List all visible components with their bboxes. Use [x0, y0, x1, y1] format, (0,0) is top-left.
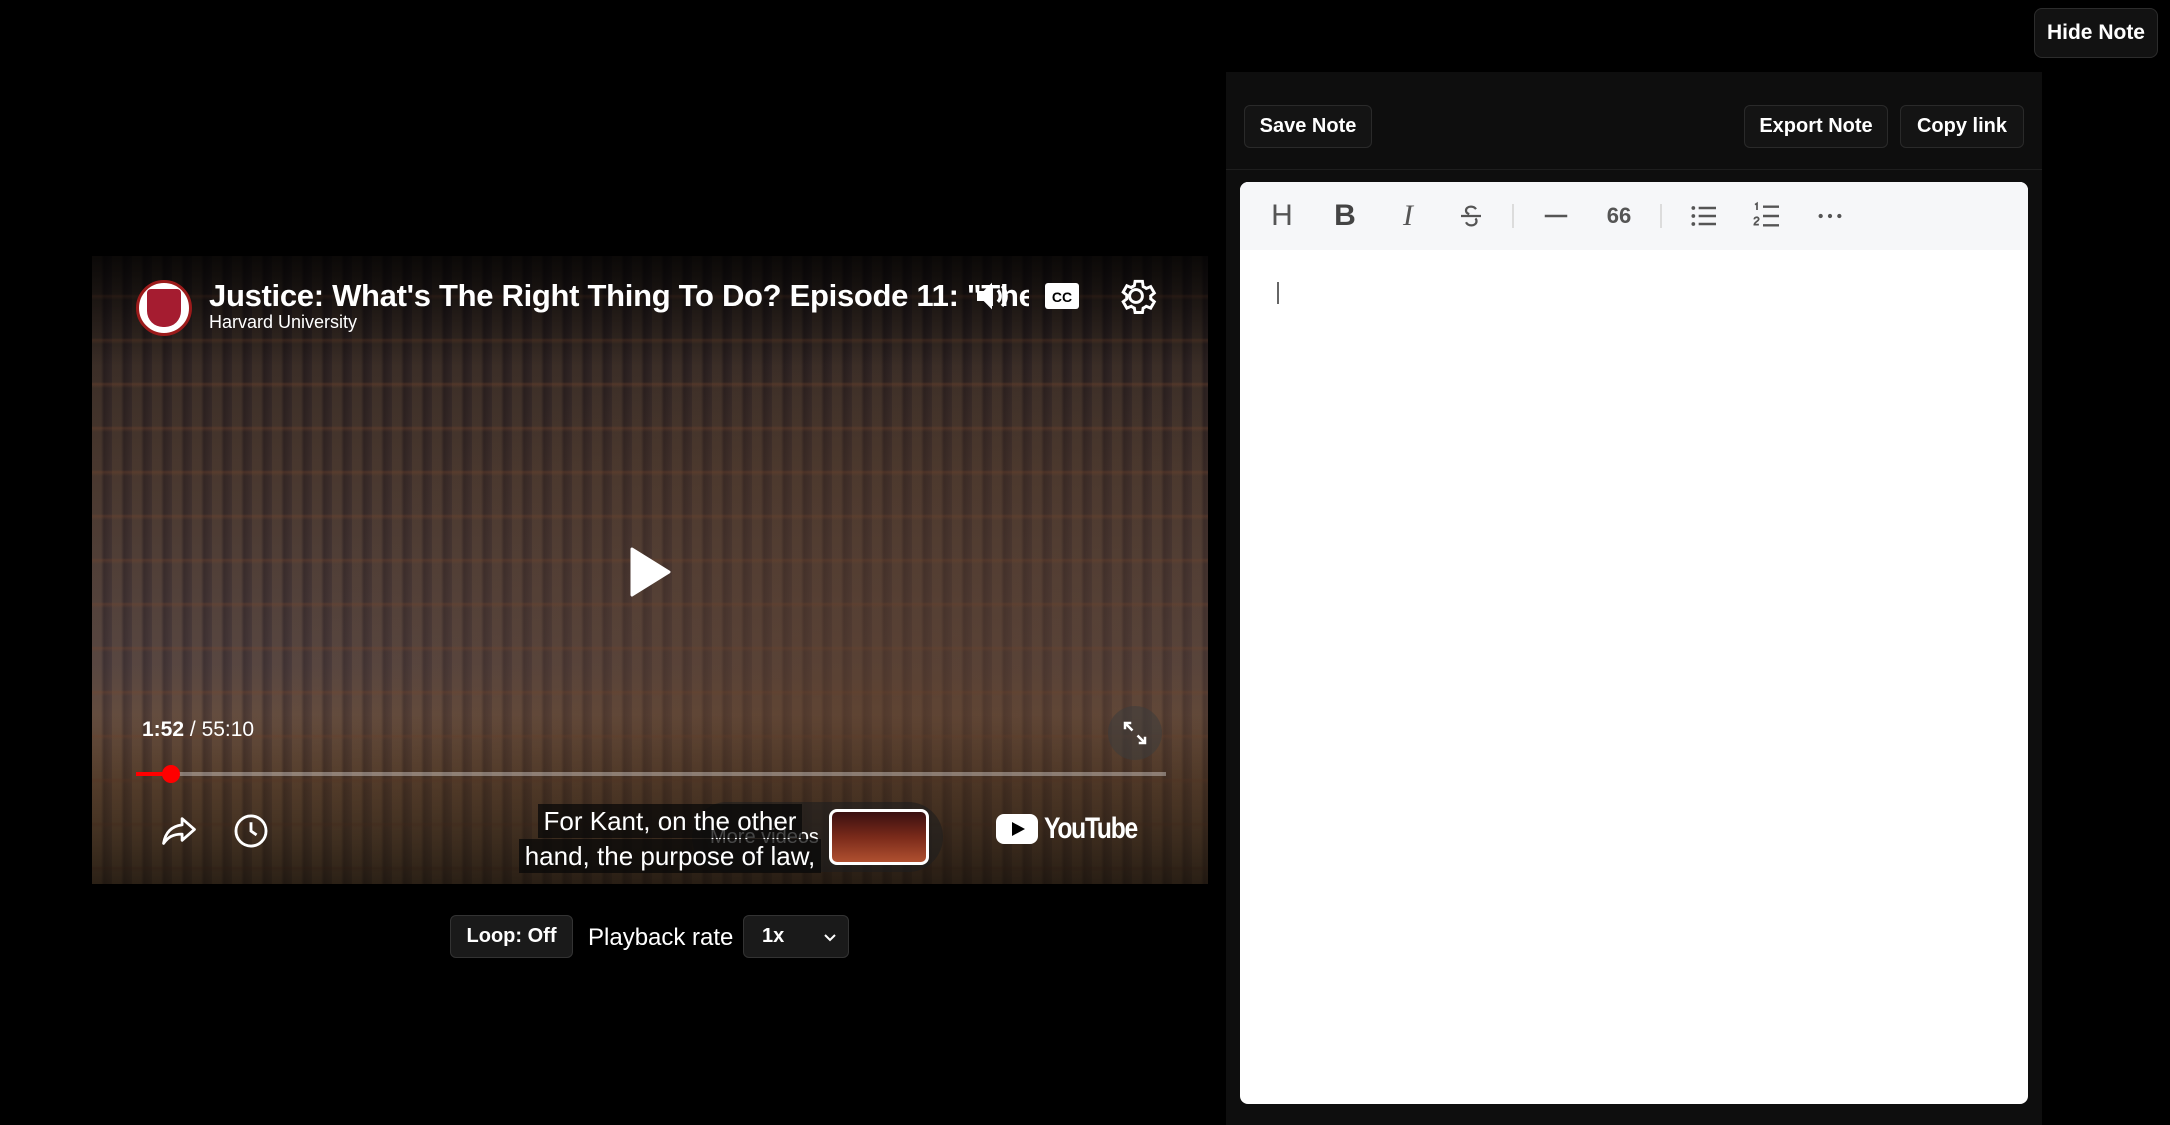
note-text-area[interactable]	[1240, 250, 2028, 1104]
gear-icon[interactable]	[1114, 274, 1158, 323]
volume-icon[interactable]	[972, 276, 1012, 321]
playback-rate-label: Playback rate	[588, 924, 734, 951]
playback-rate-value: 1x	[762, 925, 785, 947]
share-icon[interactable]	[160, 814, 198, 853]
current-time: 1:52	[142, 718, 185, 741]
toolbar-divider	[1512, 204, 1514, 228]
caption-line-2: hand, the purpose of law,	[518, 839, 822, 873]
progress-thumb[interactable]	[162, 765, 181, 783]
copy-link-button[interactable]: Copy link	[1900, 105, 2024, 148]
heading-icon[interactable]: H	[1260, 194, 1304, 238]
horizontal-rule-icon[interactable]	[1534, 194, 1578, 238]
strikethrough-icon[interactable]	[1449, 194, 1493, 238]
note-panel: Save Note Export Note Copy link H B I 66	[1226, 72, 2042, 1125]
cc-label: CC	[1052, 289, 1072, 305]
save-note-button[interactable]: Save Note	[1244, 105, 1372, 148]
time-separator: /	[189, 718, 196, 741]
channel-name[interactable]: Harvard University	[209, 312, 357, 333]
ordered-list-icon[interactable]	[1745, 194, 1789, 238]
youtube-logo-icon[interactable]: YouTube	[996, 812, 1157, 846]
youtube-wordmark: YouTube	[1044, 812, 1138, 845]
cc-icon[interactable]: CC	[1044, 282, 1080, 315]
note-editor: H B I 66	[1240, 182, 2028, 1104]
loop-toggle-button[interactable]: Loop: Off	[450, 915, 573, 958]
toolbar-divider	[1660, 204, 1662, 228]
captions: For Kant, on the other hand, the purpose…	[490, 804, 850, 874]
export-note-button[interactable]: Export Note	[1744, 105, 1888, 148]
caption-line-1: For Kant, on the other	[537, 804, 803, 838]
more-icon[interactable]	[1808, 194, 1852, 238]
channel-avatar[interactable]	[136, 280, 192, 336]
progress-bar[interactable]	[136, 765, 1166, 783]
duration: 55:10	[201, 718, 255, 741]
text-cursor	[1277, 282, 1279, 304]
hide-note-button[interactable]: Hide Note	[2034, 8, 2158, 58]
quote-icon[interactable]: 66	[1597, 194, 1641, 238]
bullet-list-icon[interactable]	[1682, 194, 1726, 238]
chevron-down-icon	[824, 934, 836, 942]
play-icon[interactable]	[628, 546, 672, 603]
editor-toolbar: H B I 66	[1240, 182, 2028, 250]
fullscreen-icon[interactable]	[1108, 706, 1162, 760]
time-display: 1:52 / 55:10	[142, 718, 254, 742]
playback-rate-select[interactable]: 1x	[743, 915, 849, 958]
italic-icon[interactable]: I	[1386, 194, 1430, 238]
clock-icon[interactable]	[232, 812, 270, 855]
video-title[interactable]: Justice: What's The Right Thing To Do? E…	[209, 278, 1029, 314]
video-player[interactable]: Justice: What's The Right Thing To Do? E…	[92, 256, 1208, 884]
note-header-toolbar: Save Note Export Note Copy link	[1226, 72, 2042, 170]
harvard-shield-icon	[147, 289, 181, 327]
bold-icon[interactable]: B	[1323, 194, 1367, 238]
